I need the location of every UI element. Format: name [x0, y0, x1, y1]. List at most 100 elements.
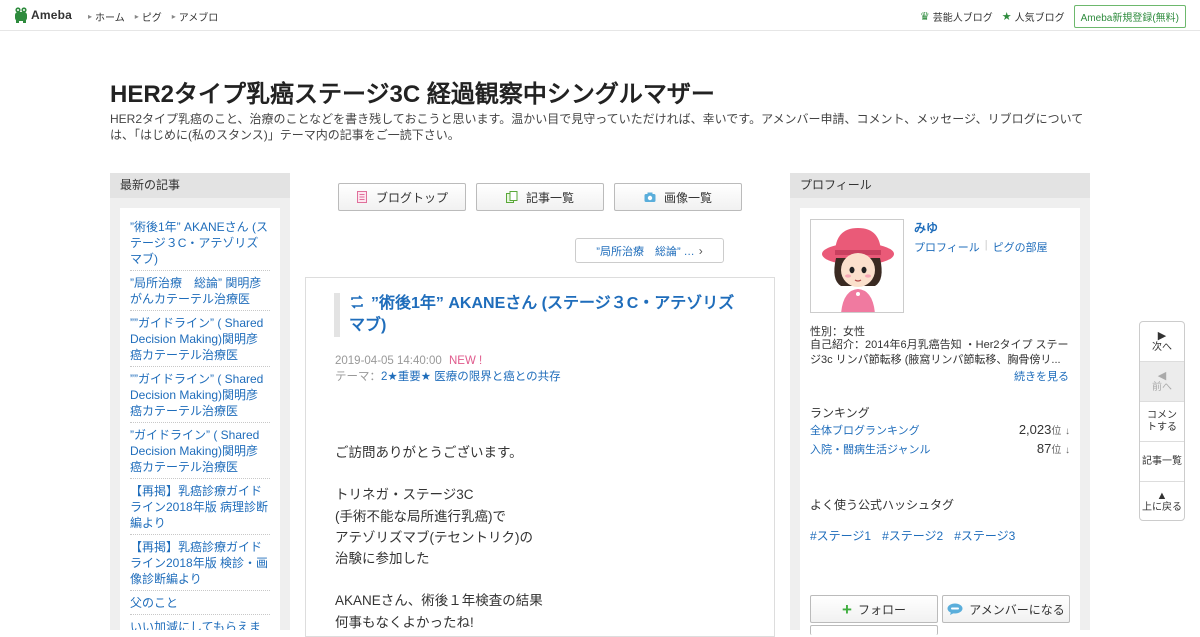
- recent-article-item[interactable]: 【再掲】乳癌診療ガイドライン2018年版 病理診断編より: [130, 479, 270, 535]
- article-paragraph: [335, 463, 755, 484]
- article-paragraph: [335, 569, 755, 590]
- hashtag-link[interactable]: #ステージ2: [882, 527, 943, 544]
- article-title-link[interactable]: ”術後1年” AKANEさん (ステージ３C・アテゾリズマブ): [349, 293, 744, 337]
- ranking-value: 87位 ↓: [1037, 441, 1070, 456]
- nav-ameblo-label: アメブロ: [178, 13, 219, 24]
- register-button[interactable]: Ameba新規登録(無料): [1073, 5, 1186, 28]
- recent-article-item[interactable]: ”局所治療 総論” 関明彦がんカテーテル治療医: [130, 271, 270, 311]
- chevron-right-icon: ▸: [88, 12, 93, 21]
- play-left-icon: ◀: [1157, 369, 1167, 382]
- nav-ameblo[interactable]: ▸ アメブロ: [172, 9, 219, 24]
- ranking-value: 2,023位 ↓: [1019, 422, 1070, 437]
- star-icon: ★: [1001, 11, 1012, 23]
- ranking-unit: 位: [1051, 426, 1062, 437]
- ranking-row: 全体ブログランキング 2,023位 ↓: [810, 422, 1070, 438]
- ameba-frog-icon: [15, 7, 27, 23]
- tab-article-list[interactable]: 記事一覧: [476, 183, 604, 211]
- follow-button[interactable]: + フォロー: [810, 595, 938, 623]
- pig-room-link[interactable]: ピグの部屋: [993, 239, 1048, 255]
- theme-link[interactable]: 2★重要★ 医療の限界と癌との共存: [381, 371, 561, 383]
- recent-articles-list: ”術後1年” AKANEさん (ステージ３C・アテゾリズマブ) ”局所治療 総論…: [120, 208, 280, 630]
- next-article-button[interactable]: ▶ 次へ: [1140, 322, 1184, 362]
- article-title: ”術後1年” AKANEさん (ステージ３C・アテゾリズマブ): [349, 295, 735, 334]
- ranking-trend-icon: ↓: [1065, 445, 1070, 456]
- article-body: ご訪問ありがとうございます。 トリネガ・ステージ3C (手術不能な局所進行乳癌)…: [335, 442, 755, 633]
- chevron-right-icon: ▸: [171, 12, 176, 21]
- reblog-icon: [351, 295, 363, 309]
- article-paragraph: ご訪問ありがとうございます。: [335, 445, 523, 460]
- camera-icon: [644, 192, 656, 202]
- tab-image-list[interactable]: 画像一覧: [614, 183, 742, 211]
- comment-button[interactable]: コメントする: [1140, 402, 1184, 442]
- extra-button-partial[interactable]: [810, 625, 938, 635]
- blog-title[interactable]: HER2タイプ乳癌ステージ3C 経過観察中シングルマザー: [110, 74, 715, 109]
- ranking-row: 入院・闘病生活ジャンル 87位 ↓: [810, 441, 1070, 457]
- recent-article-item[interactable]: ”術後1年” AKANEさん (ステージ３C・アテゾリズマブ): [130, 215, 270, 271]
- new-badge: NEW !: [449, 355, 483, 367]
- previous-article-label: ”局所治療 総論” …: [596, 245, 695, 258]
- profile-links: プロフィール | ピグの部屋: [914, 239, 1048, 255]
- article-meta: 2019-04-05 14:40:00 NEW !: [335, 353, 482, 369]
- comment-label: コメントする: [1147, 409, 1177, 433]
- copy-icon: [505, 191, 518, 203]
- recent-article-item[interactable]: 【再掲】乳癌診療ガイドライン2018年版 検診・画像診断編より: [130, 535, 270, 591]
- floating-nav: ▶ 次へ ◀ 前へ コメントする 記事一覧 ▲ 上に戻る: [1139, 321, 1185, 521]
- prev-article-button[interactable]: ◀ 前へ: [1140, 362, 1184, 402]
- ameba-logo[interactable]: Ameba: [14, 6, 72, 24]
- avatar[interactable]: [810, 219, 904, 313]
- document-icon: [356, 191, 367, 203]
- article-paragraph: トリネガ・ステージ3C: [335, 487, 474, 503]
- profile-heading: プロフィール: [790, 173, 1090, 198]
- tab-blog-top[interactable]: ブログトップ: [338, 183, 466, 211]
- recent-articles-panel: 最新の記事 ”術後1年” AKANEさん (ステージ３C・アテゾリズマブ) ”局…: [110, 173, 290, 630]
- recent-article-item[interactable]: 父のこと: [130, 591, 270, 615]
- theme-label: テーマ：: [335, 371, 381, 383]
- speech-bubble-icon: [947, 603, 963, 615]
- recent-article-item[interactable]: ””ガイドライン” ( Shared Decision Making)関明彦癌カ…: [130, 367, 270, 423]
- profile-gender: 性別：女性: [810, 326, 865, 338]
- crown-icon: ♛: [919, 11, 930, 23]
- next-label: 次へ: [1152, 341, 1172, 353]
- link-separator: |: [984, 239, 988, 251]
- nav-home[interactable]: ▸ ホーム: [88, 9, 125, 24]
- amember-button[interactable]: アメンバーになる: [942, 595, 1070, 623]
- profile-name[interactable]: みゆ: [914, 219, 938, 236]
- tab-image-list-label: 画像一覧: [663, 190, 712, 205]
- article-paragraph: AKANEさん、術後１年検査の結果: [335, 593, 543, 609]
- back-to-top-button[interactable]: ▲ 上に戻る: [1140, 482, 1184, 521]
- hashtag-link[interactable]: #ステージ3: [954, 527, 1015, 544]
- article-list-label: 記事一覧: [1142, 455, 1182, 467]
- ranking-unit: 位: [1051, 445, 1062, 456]
- article-theme: テーマ：2★重要★ 医療の限界と癌との共存: [335, 369, 561, 385]
- prev-label: 前へ: [1152, 381, 1172, 393]
- ranking-name[interactable]: 入院・闘病生活ジャンル: [810, 441, 930, 457]
- back-to-top-label: 上に戻る: [1142, 501, 1182, 513]
- nav-pigg-label: ピグ: [141, 13, 162, 24]
- article-list-button[interactable]: 記事一覧: [1140, 442, 1184, 482]
- recent-article-item[interactable]: ”ガイドライン” ( Shared Decision Making)関明彦癌カテ…: [130, 423, 270, 479]
- header-right: ♛ 芸能人ブログ ★ 人気ブログ Ameba新規登録(無料): [920, 5, 1186, 28]
- hashtag-link[interactable]: #ステージ1: [810, 527, 871, 544]
- celebrity-blog-link[interactable]: ♛ 芸能人ブログ: [920, 9, 993, 24]
- popular-blog-link[interactable]: ★ 人気ブログ: [1002, 9, 1065, 24]
- recent-article-item[interactable]: いい加減にしてもらえま: [130, 615, 270, 630]
- hashtag-list: #ステージ1 #ステージ2 #ステージ3: [810, 527, 1015, 544]
- play-right-icon: ▶: [1157, 329, 1167, 342]
- read-more-link[interactable]: 続きを見る: [1014, 368, 1069, 384]
- nav-pigg[interactable]: ▸ ピグ: [135, 9, 162, 24]
- previous-article-link[interactable]: ”局所治療 総論” … ›: [575, 238, 724, 263]
- profile-intro: 自己紹介：2014年6月乳癌告知 ・Her2タイプ ステージ3c リンパ節転移 …: [810, 339, 1069, 366]
- profile-link[interactable]: プロフィール: [914, 239, 980, 255]
- recent-article-item[interactable]: ””ガイドライン” ( Shared Decision Making)関明彦癌カ…: [130, 311, 270, 367]
- avatar-image: [811, 220, 903, 312]
- follow-label: フォロー: [857, 602, 906, 617]
- chevron-right-icon: ▸: [134, 12, 139, 21]
- tab-article-list-label: 記事一覧: [525, 190, 574, 205]
- blog-description: HER2タイプ乳癌のこと、治療のことなどを書き残しておこうと思います。温かい目で…: [110, 112, 1084, 142]
- chevron-right-icon: ›: [698, 243, 703, 258]
- ranking-number: 2,023: [1018, 422, 1052, 437]
- celebrity-blog-label: 芸能人ブログ: [932, 13, 993, 24]
- ranking-name[interactable]: 全体ブログランキング: [810, 422, 920, 438]
- tab-blog-top-label: ブログトップ: [375, 190, 448, 205]
- recent-articles-heading: 最新の記事: [110, 173, 290, 198]
